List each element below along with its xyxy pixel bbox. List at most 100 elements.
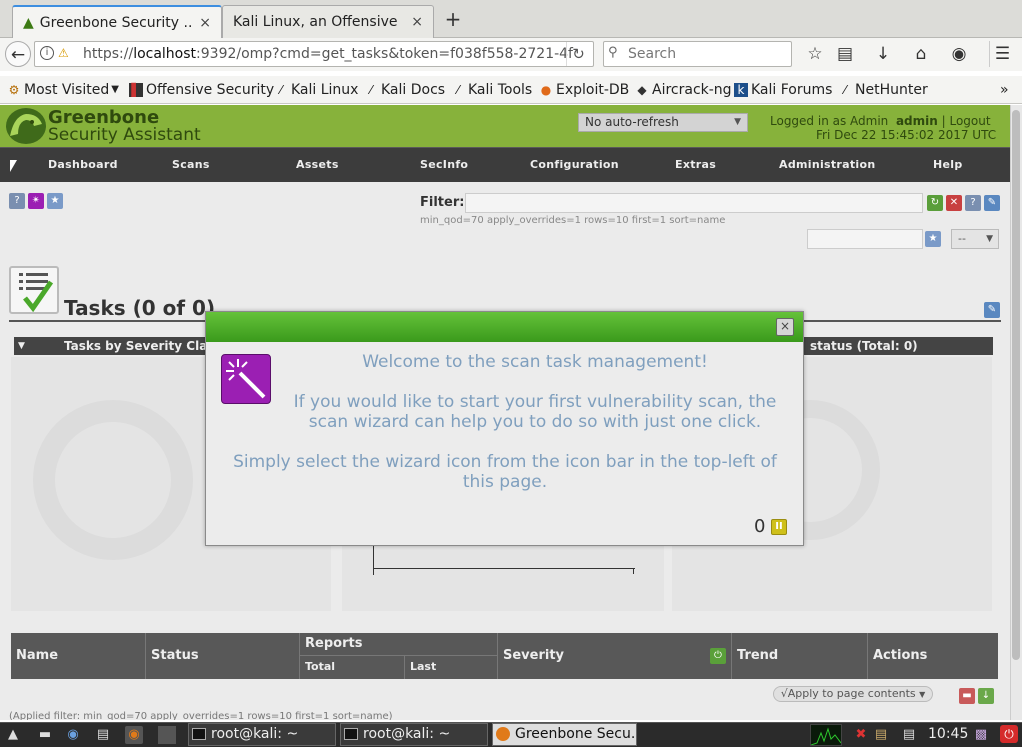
reload-icon[interactable]: ↻ bbox=[566, 42, 590, 66]
workspace-icon[interactable] bbox=[158, 726, 176, 744]
show-desktop-icon[interactable]: ▬ bbox=[36, 726, 54, 744]
dialog-close-button[interactable]: × bbox=[776, 318, 794, 336]
new-tab-button[interactable]: + bbox=[442, 9, 464, 31]
tab-title: Greenbone Security ... bbox=[39, 14, 192, 31]
menu-assets[interactable]: Assets bbox=[296, 148, 339, 183]
power-icon[interactable]: ⏻ bbox=[1000, 725, 1018, 743]
taskbar-terminal-1[interactable]: root@kali: ~ bbox=[188, 723, 336, 746]
tab-greenbone[interactable]: ▲ Greenbone Security ... × bbox=[12, 5, 222, 38]
chart-severity-header: ▼ Tasks by Severity Cla bbox=[14, 337, 214, 355]
clipboard-icon[interactable]: ▤ bbox=[872, 726, 890, 744]
search-input[interactable]: Search bbox=[603, 41, 792, 67]
bookmark-star-icon[interactable]: ☆ bbox=[802, 41, 828, 67]
back-icon[interactable]: ← bbox=[5, 41, 31, 67]
user-icon[interactable]: ▩ bbox=[972, 726, 990, 744]
library-icon[interactable]: ▤ bbox=[832, 41, 858, 67]
col-name[interactable]: Name bbox=[11, 633, 146, 679]
greenbone-favicon-icon: ▲ bbox=[23, 14, 34, 31]
donut-placeholder bbox=[33, 400, 193, 560]
url-prefix: https:// bbox=[83, 46, 134, 62]
wizard-icon[interactable]: ✴ bbox=[28, 193, 44, 209]
taskbar-greenbone[interactable]: Greenbone Secu... bbox=[492, 723, 637, 746]
col-status[interactable]: Status bbox=[146, 633, 300, 679]
filter-input[interactable] bbox=[465, 193, 923, 213]
menu-secinfo[interactable]: SecInfo bbox=[420, 148, 468, 183]
wrench-icon[interactable]: ✎ bbox=[984, 302, 1000, 318]
filter-text: min_qod=70 apply_overrides=1 rows=10 fir… bbox=[420, 215, 726, 226]
bookmark-exploit-db[interactable]: ● Exploit-DB bbox=[539, 80, 630, 100]
export-icon[interactable]: ↓ bbox=[978, 688, 994, 704]
edit-filter-icon[interactable]: ✎ bbox=[984, 195, 1000, 211]
saved-filter-select[interactable]: -- ▼ bbox=[951, 229, 999, 249]
browser-globe-icon[interactable]: ◉ bbox=[64, 726, 82, 744]
dialog-titlebar[interactable] bbox=[206, 312, 803, 342]
pause-icon[interactable]: II bbox=[771, 519, 787, 535]
col-reports: Reports bbox=[300, 633, 498, 656]
close-x-icon[interactable]: ✖ bbox=[852, 726, 870, 744]
bookmark-kali-docs[interactable]: ⁄ Kali Docs bbox=[364, 80, 445, 100]
insecure-lock-icon[interactable]: ⚠ bbox=[58, 46, 69, 60]
chevron-down-icon: ▼ bbox=[986, 234, 993, 244]
menu-extras[interactable]: Extras bbox=[675, 148, 716, 183]
refresh-filter-icon[interactable]: ↻ bbox=[927, 195, 943, 211]
filter-name-input[interactable] bbox=[807, 229, 923, 249]
aircrack-icon: ◆ bbox=[637, 83, 647, 97]
menu-dashboard[interactable]: Dashboard bbox=[48, 148, 118, 183]
search-icon: ⚲ bbox=[608, 45, 618, 60]
filter-help-icon[interactable]: ? bbox=[965, 195, 981, 211]
hamburger-menu-icon[interactable]: ☰ bbox=[989, 41, 1015, 67]
apply-to-page-select[interactable]: √Apply to page contents ▼ bbox=[773, 686, 933, 702]
col-trend[interactable]: Trend bbox=[732, 633, 868, 679]
help-icon[interactable]: ? bbox=[9, 193, 25, 209]
menu-help[interactable]: Help bbox=[933, 148, 963, 183]
home-icon[interactable]: ⌂ bbox=[908, 41, 934, 67]
save-filter-star-icon[interactable]: ★ bbox=[925, 231, 941, 247]
user-name[interactable]: admin bbox=[896, 114, 938, 128]
scrollbar-thumb[interactable] bbox=[1012, 110, 1020, 660]
gsa-header: Greenbone Security Assistant No auto-ref… bbox=[0, 105, 1010, 147]
gsa-name-line2: Security Assistant bbox=[48, 125, 201, 145]
collapse-triangle-icon[interactable]: ▼ bbox=[18, 337, 25, 355]
bookmark-aircrack-ng[interactable]: ◆ Aircrack-ng bbox=[635, 80, 731, 100]
info-icon[interactable]: i bbox=[40, 46, 54, 60]
logout-link[interactable]: Logout bbox=[949, 114, 990, 128]
taskbar-terminal-2[interactable]: root@kali: ~ bbox=[340, 723, 488, 746]
chart-axis-y bbox=[373, 545, 374, 575]
menu-configuration[interactable]: Configuration bbox=[530, 148, 619, 183]
menu-administration[interactable]: Administration bbox=[779, 148, 876, 183]
auto-refresh-select[interactable]: No auto-refresh ▼ bbox=[578, 113, 748, 132]
bookmarks-overflow-icon[interactable]: » bbox=[1000, 80, 1009, 100]
close-tab-icon[interactable]: × bbox=[411, 14, 423, 30]
close-tab-icon[interactable]: × bbox=[199, 15, 211, 31]
applied-filter-text: (Applied filter: min_qod=70 apply_overri… bbox=[9, 711, 393, 720]
url-bar[interactable]: https://localhost:9392/omp?cmd=get_tasks… bbox=[34, 41, 594, 67]
overrides-toggle-icon[interactable]: ⏻ bbox=[710, 648, 726, 664]
col-severity[interactable]: Severity bbox=[498, 633, 732, 679]
tab-kali[interactable]: Kali Linux, an Offensive ... × bbox=[222, 5, 434, 38]
col-reports-last[interactable]: Last bbox=[405, 656, 498, 679]
files-icon[interactable]: ▤ bbox=[94, 726, 112, 744]
bookmark-offensive-security[interactable]: ▌ Offensive Security bbox=[129, 80, 274, 100]
new-task-star-icon[interactable]: ★ bbox=[47, 193, 63, 209]
dialog-instruction-text: Simply select the wizard icon from the i… bbox=[233, 452, 777, 492]
bookmark-kali-tools[interactable]: ⁄ Kali Tools bbox=[451, 80, 532, 100]
menu-scans[interactable]: Scans bbox=[172, 148, 210, 183]
bookmark-nethunter[interactable]: ⁄ NetHunter bbox=[838, 80, 928, 100]
trash-icon[interactable]: ▬ bbox=[959, 688, 975, 704]
offsec-icon: ▌ bbox=[129, 83, 143, 97]
kali-menu-icon[interactable]: ▲ bbox=[4, 726, 22, 744]
bookmark-kali-linux[interactable]: ⁄ Kali Linux bbox=[274, 80, 358, 100]
pocket-icon[interactable]: ◉ bbox=[946, 41, 972, 67]
tab-title: Kali Linux, an Offensive ... bbox=[233, 14, 404, 30]
reset-filter-icon[interactable]: ✕ bbox=[946, 195, 962, 211]
col-reports-total[interactable]: Total bbox=[300, 656, 405, 679]
bookmark-most-visited[interactable]: ⚙ Most Visited ▼ bbox=[7, 80, 119, 100]
firefox-icon[interactable]: ◉ bbox=[125, 726, 143, 744]
apply-to-label: √Apply to page contents bbox=[780, 687, 916, 700]
bookmark-kali-forums[interactable]: k Kali Forums bbox=[734, 80, 832, 100]
bookmark-label: NetHunter bbox=[855, 82, 928, 98]
network-icon[interactable]: ▤ bbox=[900, 726, 918, 744]
dialog-counter: 0 bbox=[754, 516, 766, 537]
login-info: Logged in as Admin admin | Logout bbox=[770, 114, 991, 128]
download-icon[interactable]: ↓ bbox=[870, 41, 896, 67]
